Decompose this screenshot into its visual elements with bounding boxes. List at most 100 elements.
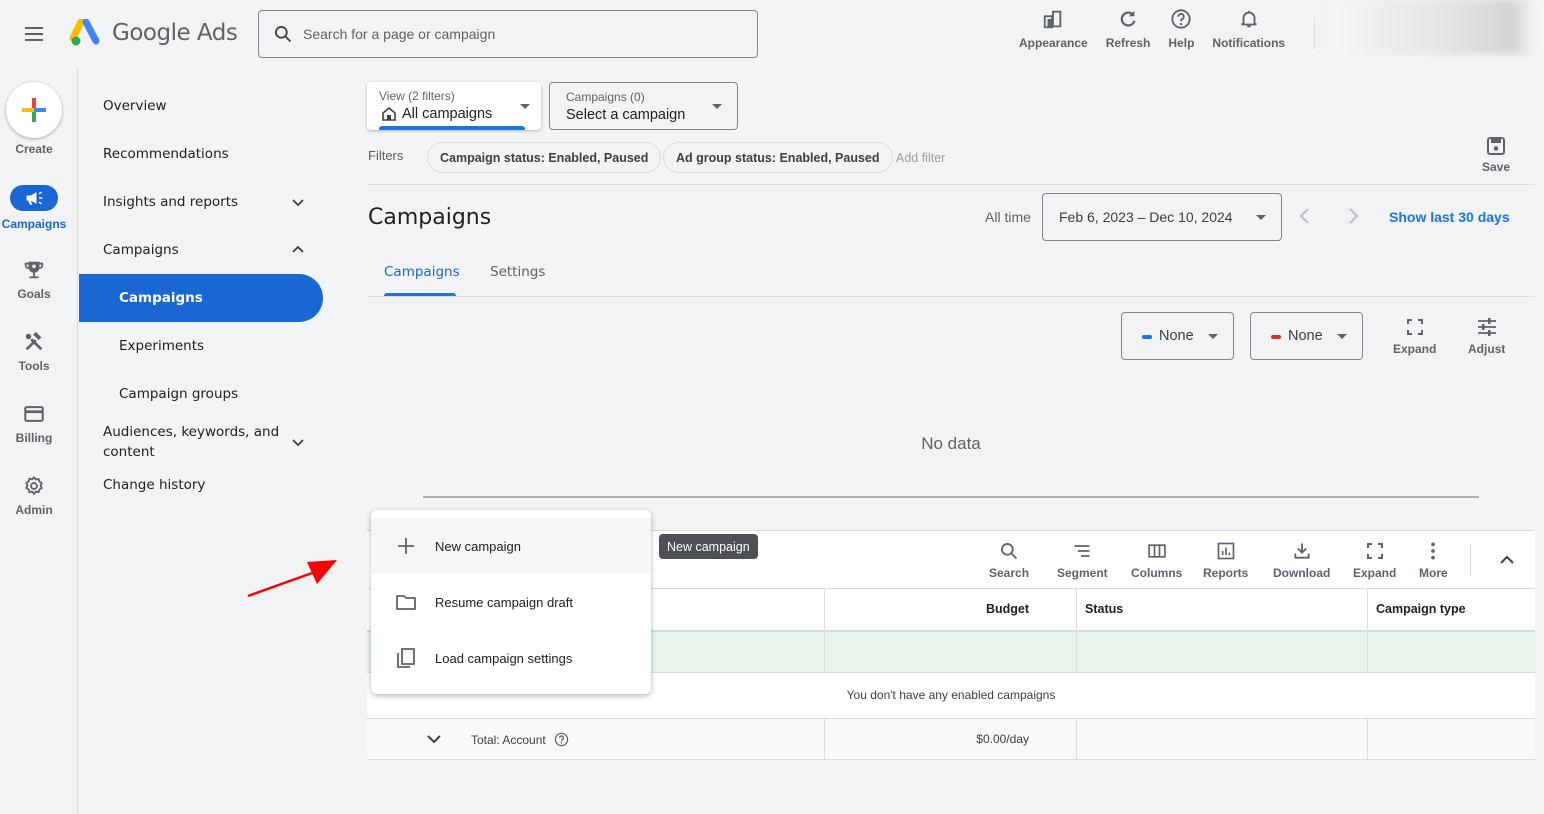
search-icon <box>275 26 292 43</box>
menu-item-load-campaign-settings[interactable]: Load campaign settings <box>371 630 651 686</box>
table-cell <box>1367 719 1535 759</box>
collapse-table-button[interactable] <box>1497 551 1517 569</box>
chart-expand-label: Expand <box>1393 342 1437 356</box>
rail-item-goals[interactable]: Goals <box>0 259 68 301</box>
chart-expand-button[interactable]: Expand <box>1393 318 1436 356</box>
table-expand-label: Expand <box>1353 566 1397 580</box>
chevron-down-icon <box>292 199 304 207</box>
column-header-status[interactable]: Status <box>1076 589 1367 630</box>
caret-down-icon <box>1208 334 1218 339</box>
column-header-budget[interactable]: Budget <box>824 589 1076 630</box>
nav-item-campaigns[interactable]: Campaigns <box>79 274 323 322</box>
help-icon <box>1171 9 1192 29</box>
google-ads-logo[interactable]: Google Ads <box>70 19 238 47</box>
top-bar: Google Ads Appearance Refresh Help Notif… <box>0 0 1544 68</box>
divider <box>367 184 1535 185</box>
metric-selector-1[interactable]: None <box>1121 312 1234 360</box>
save-button[interactable]: Save <box>1476 136 1516 174</box>
hamburger-icon <box>25 27 43 41</box>
column-header-campaign-type[interactable]: Campaign type <box>1367 589 1535 630</box>
metric-selector-2[interactable]: None <box>1250 312 1363 360</box>
date-range-picker[interactable]: Feb 6, 2023 – Dec 10, 2024 <box>1042 193 1282 241</box>
rail-item-admin[interactable]: Admin <box>0 475 68 517</box>
date-range-value: Feb 6, 2023 – Dec 10, 2024 <box>1059 209 1233 225</box>
more-vert-icon <box>1431 542 1436 560</box>
view-selector[interactable]: View (2 filters) All campaigns <box>367 82 541 130</box>
filter-chip-ad-group-status[interactable]: Ad group status: Enabled, Paused <box>663 142 893 173</box>
column-header-campaign-type-label: Campaign type <box>1376 602 1466 616</box>
megaphone-icon <box>26 191 43 205</box>
table-cell <box>1076 632 1367 672</box>
appearance-button[interactable]: Appearance <box>1010 8 1097 50</box>
expand-icon <box>1406 319 1423 335</box>
create-button[interactable] <box>6 82 62 138</box>
table-columns-label: Columns <box>1131 566 1183 580</box>
search-box[interactable] <box>258 10 758 58</box>
search-icon <box>1001 543 1018 560</box>
table-expand-button[interactable]: Expand <box>1353 541 1396 580</box>
account-info-blurred[interactable] <box>1327 0 1532 54</box>
folder-icon <box>396 595 416 610</box>
nav-item-experiments[interactable]: Experiments <box>79 322 339 370</box>
rail-item-tools[interactable]: Tools <box>0 331 68 373</box>
tabs-divider <box>367 296 1535 297</box>
chevron-up-icon <box>1500 555 1514 564</box>
table-segment-button[interactable]: Segment <box>1057 541 1108 580</box>
bell-icon <box>1240 10 1257 28</box>
menu-item-new-campaign[interactable]: New campaign <box>371 518 651 574</box>
plus-color-icon <box>22 98 46 122</box>
rail-label-goals: Goals <box>17 287 51 301</box>
expand-icon <box>1366 543 1383 559</box>
table-reports-button[interactable]: Reports <box>1203 541 1248 580</box>
annotation-arrow-icon <box>247 560 337 598</box>
table-download-button[interactable]: Download <box>1273 541 1330 580</box>
table-search-button[interactable]: Search <box>989 541 1029 580</box>
help-button[interactable]: Help <box>1159 8 1203 50</box>
nav-label: Overview <box>103 98 167 114</box>
chevron-left-icon <box>1299 208 1309 224</box>
search-input[interactable] <box>303 26 743 42</box>
table-more-button[interactable]: More <box>1419 541 1448 580</box>
nav-label: Campaigns <box>119 290 203 306</box>
nav-item-overview[interactable]: Overview <box>79 82 339 130</box>
nav-item-insights-and-reports[interactable]: Insights and reports <box>79 178 339 226</box>
new-campaign-tooltip: New campaign <box>659 534 758 559</box>
notifications-label: Notifications <box>1212 36 1286 50</box>
tune-icon <box>1477 318 1496 336</box>
show-last-30-days-link[interactable]: Show last 30 days <box>1389 209 1510 225</box>
app-name: Google Ads <box>112 20 238 46</box>
nav-item-campaign-groups[interactable]: Campaign groups <box>79 370 339 418</box>
nav-item-change-history[interactable]: Change history <box>79 466 339 504</box>
menu-item-label: Resume campaign draft <box>435 594 574 610</box>
copy-icon <box>397 648 415 668</box>
table-columns-button[interactable]: Columns <box>1131 541 1182 580</box>
columns-icon <box>1147 544 1166 558</box>
chart-adjust-label: Adjust <box>1468 342 1506 356</box>
metric-2-color-swatch <box>1271 335 1281 339</box>
metric-2-value: None <box>1288 328 1323 344</box>
previous-period-button[interactable] <box>1297 205 1313 227</box>
view-selector-indicator <box>379 126 525 130</box>
table-reports-label: Reports <box>1203 566 1249 580</box>
rail-item-campaigns[interactable]: Campaigns <box>0 185 68 231</box>
campaign-selector-label: Campaigns (0) <box>566 90 645 104</box>
table-more-label: More <box>1419 566 1448 580</box>
trophy-icon <box>24 261 44 279</box>
notifications-button[interactable]: Notifications <box>1203 8 1294 50</box>
main-menu-button[interactable] <box>22 22 46 46</box>
tab-settings[interactable]: Settings <box>490 264 545 280</box>
campaign-selector[interactable]: Campaigns (0) Select a campaign <box>549 82 738 130</box>
add-filter-button[interactable]: Add filter <box>896 151 945 165</box>
page-title: Campaigns <box>368 205 492 230</box>
tab-campaigns[interactable]: Campaigns <box>384 264 460 280</box>
expand-total-button[interactable] <box>425 731 443 747</box>
help-icon[interactable] <box>554 732 569 747</box>
next-period-button[interactable] <box>1345 205 1361 227</box>
chevron-right-icon <box>1349 208 1359 224</box>
filter-chip-campaign-status[interactable]: Campaign status: Enabled, Paused <box>427 142 662 173</box>
menu-item-resume-campaign-draft[interactable]: Resume campaign draft <box>371 574 651 630</box>
nav-item-recommendations[interactable]: Recommendations <box>79 130 339 178</box>
refresh-button[interactable]: Refresh <box>1097 8 1160 50</box>
chart-adjust-button[interactable]: Adjust <box>1468 318 1505 356</box>
nav-item-campaigns-group[interactable]: Campaigns <box>79 226 339 274</box>
